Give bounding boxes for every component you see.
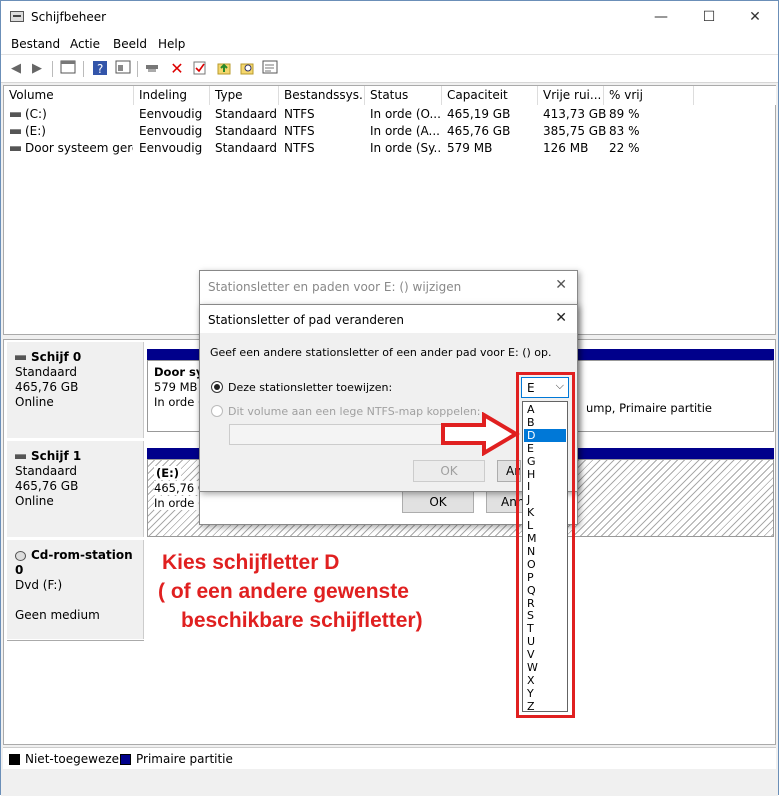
status-bar	[1, 771, 778, 796]
column-header-type[interactable]: Type	[210, 86, 279, 105]
disk-state: Geen medium	[15, 608, 100, 622]
column-header-volume[interactable]: Volume	[4, 86, 134, 105]
radio-assign-letter[interactable]	[211, 381, 223, 393]
cell-percent-vrij: 22 %	[609, 141, 640, 155]
cell-vrije-ruimte: 126 MB	[543, 141, 589, 155]
back-icon[interactable]: ◀	[7, 60, 25, 78]
column-header-percent-vrij[interactable]: % vrij	[604, 86, 694, 105]
disk-1-label[interactable]: Schijf 1 Standaard 465,76 GB Online	[7, 441, 144, 537]
cell-capaciteit: 579 MB	[447, 141, 493, 155]
cell-indeling: Eenvoudig	[139, 141, 203, 155]
column-header-bestandssysteem[interactable]: Bestandssys...	[279, 86, 365, 105]
svg-text:?: ?	[97, 62, 103, 76]
delete-icon[interactable]: ✕	[168, 60, 186, 78]
cell-bestandssysteem: NTFS	[284, 124, 315, 138]
cell-vrije-ruimte: 385,75 GB	[543, 124, 607, 138]
column-header-filler	[694, 86, 776, 105]
cell-bestandssysteem: NTFS	[284, 141, 315, 155]
cdrom-icon	[15, 551, 26, 561]
cell-capaciteit: 465,76 GB	[447, 124, 511, 138]
partition-status: ump, Primaire partitie	[586, 401, 712, 415]
cell-status: In orde (A...	[370, 124, 440, 138]
properties-icon[interactable]	[191, 60, 209, 78]
toolbar: ◀ ▶ ? ✕	[1, 54, 778, 83]
minimize-button[interactable]: —	[638, 5, 684, 29]
disk-name: Cd-rom-station 0	[15, 548, 133, 577]
cell-volume: Door systeem gere...	[25, 141, 133, 155]
disk-icon	[15, 454, 26, 459]
menu-help[interactable]: Help	[158, 37, 185, 51]
menu-beeld[interactable]: Beeld	[113, 37, 147, 51]
forward-icon[interactable]: ▶	[28, 60, 46, 78]
legend: Niet-toegewezen Primaire partitie	[3, 747, 776, 769]
disk-type: Standaard	[15, 464, 77, 478]
cell-vrije-ruimte: 413,73 GB	[543, 107, 607, 121]
disk-state: Online	[15, 494, 54, 508]
dialog-close-icon[interactable]: ✕	[555, 310, 567, 326]
partition-name: (E:)	[154, 466, 181, 480]
outer-dialog-close-icon[interactable]: ✕	[555, 277, 567, 293]
title-bar: Schijfbeheer — ☐ ✕	[1, 1, 778, 32]
menu-bar: Bestand Actie Beeld Help	[1, 32, 778, 54]
legend-unallocated-swatch	[9, 754, 20, 765]
cell-type: Standaard	[215, 107, 277, 121]
dialog-ok-button[interactable]: OK	[413, 460, 485, 482]
maximize-button[interactable]: ☐	[686, 5, 732, 29]
disk-state: Online	[15, 395, 54, 409]
radio-assign-label: Deze stationsletter toewijzen:	[228, 381, 393, 394]
column-header-capaciteit[interactable]: Capaciteit	[442, 86, 538, 105]
column-header-status[interactable]: Status	[365, 86, 442, 105]
dialog-title: Stationsletter of pad veranderen	[208, 313, 404, 327]
close-button[interactable]: ✕	[732, 5, 778, 29]
drive-icon	[10, 112, 21, 117]
connect-icon[interactable]	[144, 60, 162, 78]
column-header-vrije-ruimte[interactable]: Vrije rui...	[538, 86, 604, 105]
window-title: Schijfbeheer	[31, 10, 107, 24]
cell-volume: (E:)	[25, 124, 46, 138]
import-icon[interactable]	[215, 60, 233, 78]
dialog-description: Geef een andere stationsletter of een an…	[210, 346, 552, 359]
cell-volume: (C:)	[25, 107, 47, 121]
view-icon[interactable]	[114, 60, 132, 78]
folder-path-input[interactable]	[229, 424, 443, 445]
cell-percent-vrij: 83 %	[609, 124, 640, 138]
annotation-highlight-box	[516, 372, 575, 718]
cell-type: Standaard	[215, 141, 277, 155]
menu-actie[interactable]: Actie	[70, 37, 100, 51]
help-icon[interactable]: ?	[91, 60, 109, 78]
cdrom-label[interactable]: Cd-rom-station 0 Dvd (F:) Geen medium	[7, 540, 144, 639]
legend-primary: Primaire partitie	[136, 752, 233, 766]
disk-icon	[15, 355, 26, 360]
console-icon[interactable]	[59, 60, 77, 78]
cell-type: Standaard	[215, 124, 277, 138]
cell-percent-vrij: 89 %	[609, 107, 640, 121]
disk-type: Dvd (F:)	[15, 578, 63, 592]
column-header-indeling[interactable]: Indeling	[134, 86, 210, 105]
cell-indeling: Eenvoudig	[139, 124, 203, 138]
cell-indeling: Eenvoudig	[139, 107, 203, 121]
search-icon[interactable]	[238, 60, 256, 78]
cell-status: In orde (Sy...	[370, 141, 440, 155]
drive-icon	[10, 129, 21, 134]
disk-management-app-icon	[10, 11, 24, 22]
cell-capaciteit: 465,19 GB	[447, 107, 511, 121]
legend-unallocated: Niet-toegewezen	[25, 752, 127, 766]
disk-size: 465,76 GB	[15, 479, 79, 493]
annotation-line-3: beschikbare schijfletter)	[181, 609, 423, 632]
disk-type: Standaard	[15, 365, 77, 379]
annotation-arrow-icon	[441, 412, 520, 456]
cell-bestandssysteem: NTFS	[284, 107, 315, 121]
legend-primary-swatch	[120, 754, 131, 765]
disk-size: 465,76 GB	[15, 380, 79, 394]
annotation-line-2: ( of een andere gewenste	[158, 580, 409, 603]
drive-icon	[10, 146, 21, 151]
menu-bestand[interactable]: Bestand	[11, 37, 60, 51]
cell-status: In orde (O...	[370, 107, 440, 121]
outer-ok-button[interactable]: OK	[402, 491, 474, 513]
radio-mount-folder[interactable]	[211, 405, 223, 417]
settings-icon[interactable]	[261, 60, 279, 78]
annotation-line-1: Kies schijfletter D	[162, 551, 340, 574]
disk-0-label[interactable]: Schijf 0 Standaard 465,76 GB Online	[7, 342, 144, 438]
outer-dialog-title: Stationsletter en paden voor E: () wijzi…	[208, 280, 462, 294]
